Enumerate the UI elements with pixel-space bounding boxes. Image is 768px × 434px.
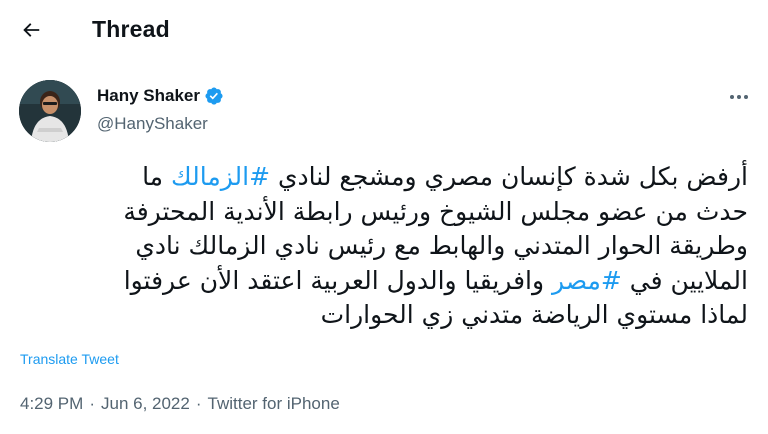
tweet-text-segment: أرفض بكل شدة كإنسان مصري ومشجع لنادي bbox=[270, 162, 748, 191]
tweet-source[interactable]: Twitter for iPhone bbox=[208, 394, 340, 414]
avatar[interactable] bbox=[19, 80, 81, 142]
meta-separator: · bbox=[89, 394, 95, 413]
tweet-meta: 4:29 PM · Jun 6, 2022 · Twitter for iPho… bbox=[20, 394, 340, 414]
author-handle[interactable]: @HanyShaker bbox=[97, 114, 208, 134]
avatar-image bbox=[19, 80, 81, 142]
verified-badge-icon bbox=[205, 87, 223, 105]
tweet-date[interactable]: Jun 6, 2022 bbox=[101, 394, 190, 414]
tweet-text-segment: الملايين في bbox=[621, 265, 748, 295]
hashtag-link[interactable]: #مصر bbox=[552, 266, 622, 295]
tweet-text-segment: حدث من عضو مجلس الشيوخ ورئيس رابطة الأند… bbox=[123, 196, 748, 226]
hashtag-link[interactable]: #الزمالك bbox=[171, 162, 270, 191]
tweet-text-segment: وافريقيا والدول العربية اعتقد الأن عرفتو… bbox=[123, 265, 553, 295]
more-horizontal-icon bbox=[730, 95, 748, 99]
arrow-left-icon bbox=[23, 23, 40, 37]
tweet-time[interactable]: 4:29 PM bbox=[20, 394, 83, 414]
translate-tweet-link[interactable]: Translate Tweet bbox=[20, 351, 119, 367]
tweet-line: أرفض بكل شدة كإنسان مصري ومشجع لنادي #ال… bbox=[20, 160, 748, 195]
tweet-text-segment: وطريقة الحوار المتدني والهابط مع رئيس نا… bbox=[135, 231, 748, 260]
tweet-line: حدث من عضو مجلس الشيوخ ورئيس رابطة الأند… bbox=[20, 195, 748, 230]
back-button[interactable] bbox=[14, 13, 48, 47]
tweet-line: الملايين في #مصر وافريقيا والدول العربية… bbox=[20, 264, 748, 299]
more-options-button[interactable] bbox=[724, 86, 754, 108]
thread-header: Thread bbox=[0, 0, 768, 60]
tweet-text-segment: لماذا مستوي الرياضة متدني زي الحوارات bbox=[320, 300, 748, 329]
author-display-name[interactable]: Hany Shaker bbox=[97, 86, 200, 106]
meta-separator: · bbox=[195, 394, 202, 413]
author-name-row[interactable]: Hany Shaker bbox=[97, 86, 224, 106]
page-title: Thread bbox=[92, 16, 170, 42]
tweet-line: وطريقة الحوار المتدني والهابط مع رئيس نا… bbox=[20, 229, 748, 264]
tweet-text-segment: ما bbox=[142, 162, 172, 191]
tweet-line: لماذا مستوي الرياضة متدني زي الحوارات bbox=[20, 298, 748, 333]
tweet-text: أرفض بكل شدة كإنسان مصري ومشجع لنادي #ال… bbox=[20, 160, 748, 333]
